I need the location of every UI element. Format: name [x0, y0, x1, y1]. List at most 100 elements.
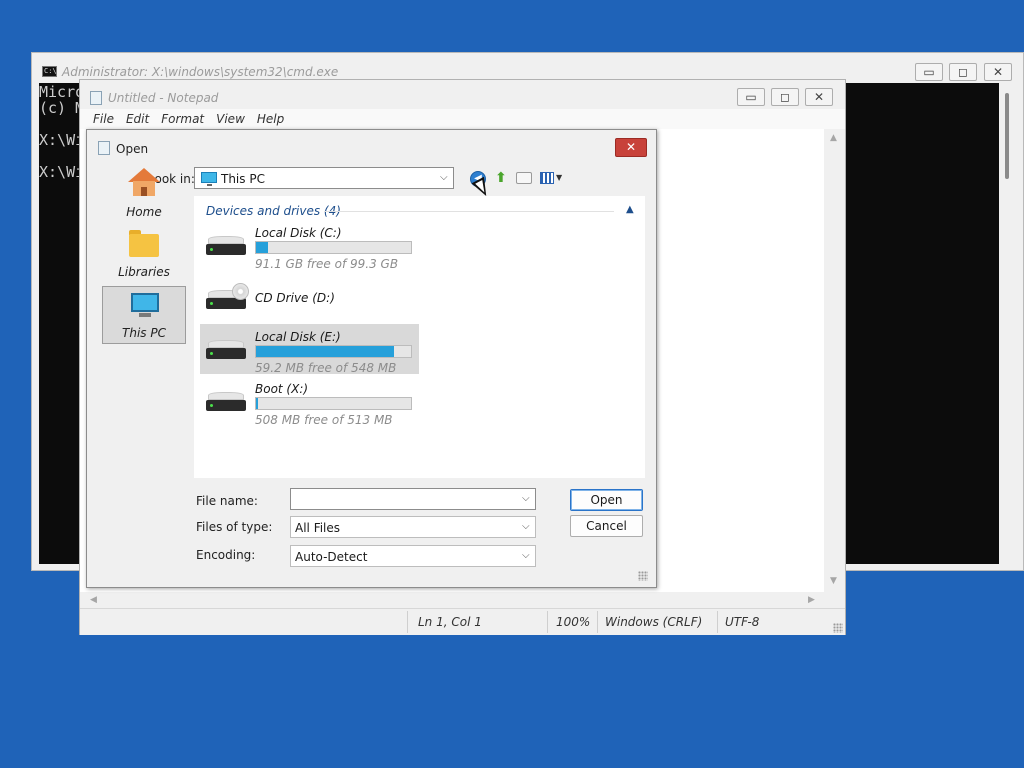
collapse-chevron-icon[interactable]: ▲	[626, 204, 634, 215]
cancel-button[interactable]: Cancel	[570, 515, 643, 537]
status-zoom: 100%	[556, 615, 591, 629]
hard-drive-icon	[206, 392, 246, 412]
drive-name: Local Disk (E:)	[255, 330, 341, 344]
drive-free-space: 59.2 MB free of 548 MB	[255, 361, 397, 375]
chevron-down-icon: ⌵	[522, 550, 530, 561]
chevron-down-icon: ⌵	[522, 521, 530, 532]
menu-file[interactable]: File	[88, 109, 119, 129]
up-one-level-button[interactable]: ⬆	[493, 170, 509, 186]
cmd-scrollbar[interactable]	[999, 83, 1016, 564]
menu-format[interactable]: Format	[156, 109, 209, 129]
drive-item-x[interactable]: Boot (X:) 508 MB free of 513 MB	[200, 376, 419, 427]
this-pc-icon	[201, 172, 217, 186]
drive-icon-base	[206, 400, 246, 411]
hard-drive-icon	[206, 236, 246, 256]
drive-name: Boot (X:)	[255, 382, 309, 396]
notepad-minimize-button[interactable]: ▭	[737, 88, 765, 106]
home-icon-door	[141, 187, 147, 196]
files-of-type-value: All Files	[295, 521, 341, 535]
look-in-value: This PC	[221, 172, 265, 186]
drive-usage-bar	[255, 345, 412, 358]
resize-grip-icon[interactable]	[638, 571, 648, 581]
notepad-close-button[interactable]: ✕	[805, 88, 833, 106]
drive-icon-base	[206, 348, 246, 359]
drive-free-space: 508 MB free of 513 MB	[255, 413, 393, 427]
cmd-window-title: Administrator: X:\windows\system32\cmd.e…	[62, 65, 339, 79]
group-header[interactable]: Devices and drives (4)	[206, 204, 341, 218]
encoding-label: Encoding:	[196, 548, 256, 562]
drive-usage-fill	[256, 398, 258, 409]
drive-led	[210, 404, 213, 407]
place-libraries[interactable]: Libraries	[102, 226, 186, 284]
cd-drive-icon	[206, 283, 249, 310]
open-dialog[interactable]: Open ✕ Look in: This PC ⌵ ◀ ⬆ ▼ Home Lib…	[86, 129, 657, 588]
drive-icon-top	[208, 392, 244, 400]
chevron-down-icon[interactable]: ⌵	[522, 493, 530, 504]
resize-grip-icon[interactable]	[833, 623, 843, 633]
open-button[interactable]: Open	[570, 489, 643, 511]
cmd-close-button[interactable]: ✕	[984, 63, 1012, 81]
status-line-ending: Windows (CRLF)	[605, 615, 703, 629]
scroll-right-arrow-icon[interactable]: ▶	[808, 595, 815, 605]
place-home[interactable]: Home	[102, 166, 186, 224]
status-separator	[547, 611, 548, 633]
notepad-window-title: Untitled - Notepad	[108, 91, 219, 105]
cmd-app-icon: C:\	[42, 66, 57, 77]
status-separator	[407, 611, 408, 633]
file-name-combo[interactable]: ⌵	[290, 488, 536, 510]
drive-usage-fill	[256, 346, 394, 357]
notepad-status-bar: Ln 1, Col 1 100% Windows (CRLF) UTF-8	[80, 608, 845, 635]
drive-icon-top	[208, 236, 244, 244]
encoding-select[interactable]: Auto-Detect ⌵	[290, 545, 536, 567]
drive-icon-top	[208, 340, 244, 348]
menu-view[interactable]: View	[211, 109, 250, 129]
computer-icon	[131, 293, 159, 312]
notepad-menu-bar: File Edit Format View Help	[80, 109, 845, 129]
cmd-minimize-button[interactable]: ▭	[915, 63, 943, 81]
scroll-down-arrow-icon[interactable]: ▼	[830, 576, 837, 586]
place-home-label: Home	[126, 205, 162, 219]
drive-icon-base	[206, 244, 246, 255]
drive-free-space: 91.1 GB free of 99.3 GB	[255, 257, 399, 271]
cmd-scrollbar-thumb[interactable]	[1005, 93, 1009, 179]
place-this-pc[interactable]: This PC	[102, 286, 186, 344]
drive-led	[210, 248, 213, 251]
dialog-close-button[interactable]: ✕	[615, 138, 647, 157]
notepad-app-icon	[90, 91, 102, 105]
view-menu-arrow-icon[interactable]: ▼	[556, 173, 562, 182]
menu-help[interactable]: Help	[252, 109, 289, 129]
drive-usage-fill	[256, 242, 269, 253]
new-folder-button[interactable]	[516, 172, 532, 184]
files-of-type-label: Files of type:	[196, 520, 273, 534]
drive-usage-bar	[255, 397, 412, 410]
look-in-dropdown[interactable]: This PC ⌵	[194, 167, 454, 189]
drive-item-e[interactable]: Local Disk (E:) 59.2 MB free of 548 MB	[200, 324, 419, 375]
drive-usage-bar	[255, 241, 412, 254]
menu-edit[interactable]: Edit	[121, 109, 154, 129]
drive-item-c[interactable]: Local Disk (C:) 91.1 GB free of 99.3 GB	[200, 220, 419, 271]
drive-list[interactable]: Devices and drives (4) ▲ Local Disk (C:)…	[194, 196, 645, 478]
notepad-vertical-scrollbar[interactable]: ▲ ▼	[824, 129, 845, 592]
scroll-left-arrow-icon[interactable]: ◀	[90, 595, 97, 605]
view-menu-button[interactable]	[540, 172, 554, 184]
files-of-type-select[interactable]: All Files ⌵	[290, 516, 536, 538]
home-icon	[128, 168, 160, 182]
drive-item-d[interactable]: CD Drive (D:)	[200, 274, 419, 324]
place-libraries-label: Libraries	[118, 265, 170, 279]
scroll-up-arrow-icon[interactable]: ▲	[830, 133, 837, 143]
computer-icon-stand	[139, 313, 151, 317]
dialog-title: Open	[116, 142, 149, 156]
notepad-maximize-button[interactable]: ◻	[771, 88, 799, 106]
drive-name: CD Drive (D:)	[255, 291, 335, 305]
chevron-down-icon: ⌵	[440, 172, 448, 183]
libraries-folder-icon	[129, 234, 159, 257]
cmd-maximize-button[interactable]: ◻	[949, 63, 977, 81]
status-separator	[717, 611, 718, 633]
status-separator	[597, 611, 598, 633]
drive-name: Local Disk (C:)	[255, 226, 342, 240]
encoding-value: Auto-Detect	[295, 550, 368, 564]
disc-icon	[232, 283, 249, 300]
status-cursor-position: Ln 1, Col 1	[418, 615, 482, 629]
drive-led	[210, 352, 213, 355]
place-this-pc-label: This PC	[122, 326, 166, 340]
